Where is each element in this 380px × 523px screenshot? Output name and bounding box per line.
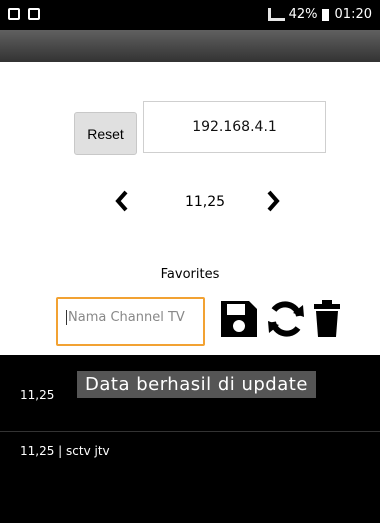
toast-message: Data berhasil di update	[77, 371, 316, 398]
channel-value: 11,25	[184, 194, 226, 210]
clock: 01:20	[334, 7, 372, 22]
trash-icon[interactable]	[313, 299, 341, 339]
chevron-right-icon[interactable]	[263, 190, 283, 212]
favorites-list: 11,25 11,25 | sctv jtv Data berhasil di …	[0, 355, 380, 523]
ip-address-field[interactable]: 192.168.4.1	[143, 101, 326, 153]
signal-icon	[267, 8, 285, 21]
refresh-icon[interactable]	[266, 299, 306, 339]
status-indicators: 42% 01:20	[267, 7, 372, 22]
list-item-label: 11,25	[20, 388, 55, 402]
image-icon	[28, 8, 40, 20]
text-cursor	[66, 310, 67, 325]
list-item-label: 11,25 | sctv jtv	[20, 444, 110, 458]
screen-icon	[8, 8, 20, 20]
battery-icon	[321, 8, 329, 21]
status-bar: 42% 01:20	[0, 0, 380, 30]
list-item[interactable]: 11,25 | sctv jtv	[0, 432, 380, 502]
chevron-left-icon[interactable]	[112, 190, 132, 212]
save-icon[interactable]	[219, 299, 259, 339]
channel-input-placeholder: Nama Channel TV	[68, 310, 185, 325]
favorites-heading: Favorites	[160, 267, 220, 282]
status-notifications	[8, 8, 40, 20]
reset-button[interactable]: Reset	[74, 112, 137, 155]
app-bar	[0, 30, 380, 62]
battery-percent: 42%	[288, 7, 318, 22]
channel-name-input[interactable]: Nama Channel TV	[56, 297, 205, 346]
